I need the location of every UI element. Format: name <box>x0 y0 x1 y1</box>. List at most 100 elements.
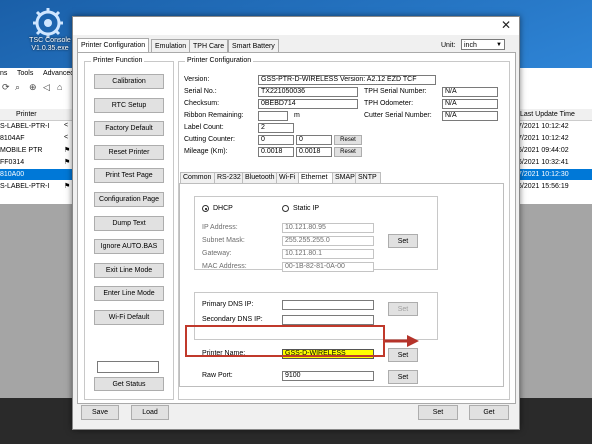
unit-select[interactable]: inch ▼ <box>461 39 505 50</box>
printer-list-row[interactable]: 810A00 <box>0 169 72 180</box>
row-status-icon: < <box>64 134 69 141</box>
cutting-counter-field-2: 0 <box>296 135 332 145</box>
tab-printer-configuration[interactable]: Printer Configuration <box>77 38 150 53</box>
row-status-icon: ⚑ <box>64 159 71 166</box>
printer-configuration-dialog: ✕ Printer Configuration Emulation TPH Ca… <box>72 16 520 430</box>
secondary-dns-field[interactable] <box>282 315 374 325</box>
dump-text-button[interactable]: Dump Text <box>94 215 164 231</box>
static-ip-radio[interactable] <box>282 205 289 212</box>
print-test-page-button[interactable]: Print Test Page <box>94 168 164 184</box>
reset-printer-button[interactable]: Reset Printer <box>94 144 164 160</box>
factory-default-button[interactable]: Factory Default <box>94 121 164 137</box>
gateway-field[interactable]: 10.121.80.1 <box>282 249 374 259</box>
last-update-cell[interactable]: 7/2021 10:12:42 <box>518 121 592 132</box>
desktop-icon-label: TSC Console V1.0.35.exe <box>29 37 71 52</box>
subnet-mask-field[interactable]: 255.255.255.0 <box>282 236 374 246</box>
cutter-serial-label: Cutter Serial Number: <box>364 112 432 119</box>
status-field <box>97 361 159 373</box>
enter-line-mode-button[interactable]: Enter Line Mode <box>94 286 164 302</box>
printer-name-cell: 8104AF <box>0 135 25 142</box>
reset-mileage-button[interactable]: Reset <box>334 147 362 157</box>
printer-list-row[interactable]: S-LABEL-PTR-I < <box>0 121 72 132</box>
get-button[interactable]: Get <box>469 405 509 420</box>
load-button[interactable]: Load <box>131 405 169 420</box>
raw-port-label: Raw Port: <box>202 372 233 379</box>
column-header-printer[interactable]: Printer <box>0 109 72 121</box>
primary-dns-field[interactable] <box>282 300 374 310</box>
menu-item[interactable]: ns <box>0 70 7 77</box>
last-update-cell[interactable]: 7/2021 10:12:30 <box>518 169 592 180</box>
serial-label: Serial No.: <box>184 88 217 95</box>
subtab-smap[interactable]: SMAP <box>332 172 357 183</box>
ribbon-field <box>258 111 288 121</box>
cutting-counter-field: 0 <box>258 135 294 145</box>
subtab-bluetooth[interactable]: Bluetooth <box>242 172 278 183</box>
last-update-cell[interactable]: 7/2021 10:12:42 <box>518 133 592 144</box>
refresh-icon[interactable]: ⟳ <box>2 82 10 93</box>
cutting-counter-label: Cutting Counter: <box>184 136 235 143</box>
reset-cutting-button[interactable]: Reset <box>334 135 362 145</box>
dialog-title-bar[interactable]: ✕ <box>73 17 519 35</box>
menu-item[interactable]: Advanced <box>43 70 74 77</box>
mac-address-label: MAC Address: <box>202 263 247 270</box>
set-printer-name-button[interactable]: Set <box>388 348 418 362</box>
column-header-last-update[interactable]: Last Update Time <box>518 109 592 121</box>
last-update-cell[interactable]: 6/2021 09:44:02 <box>518 145 592 156</box>
subnet-mask-label: Subnet Mask: <box>202 237 245 244</box>
ribbon-unit: m <box>294 112 300 119</box>
printer-list-row[interactable]: 8104AF < <box>0 133 72 144</box>
tph-odometer-field: N/A <box>442 99 498 109</box>
wi-fi-default-button[interactable]: Wi-Fi Default <box>94 310 164 325</box>
home-icon[interactable]: ⌂ <box>57 82 62 92</box>
printer-list-row[interactable]: FF0314 ⚑ <box>0 157 72 168</box>
subtab-ethernet[interactable]: Ethernet <box>298 172 334 183</box>
search-icon[interactable]: ⌕ <box>15 82 20 93</box>
printer-name-highlight-box <box>185 325 385 357</box>
rtc-setup-button[interactable]: RTC Setup <box>94 97 164 113</box>
save-button[interactable]: Save <box>81 405 119 420</box>
tab-tph-care[interactable]: TPH Care <box>189 39 229 53</box>
ignore-auto-bas-button[interactable]: Ignore AUTO.BAS <box>94 239 164 255</box>
primary-dns-label: Primary DNS IP: <box>202 301 254 308</box>
dhcp-radio[interactable] <box>202 205 209 212</box>
version-label: Version: <box>184 76 210 83</box>
last-update-cell[interactable]: 6/2021 10:32:41 <box>518 157 592 168</box>
arrow-right-icon <box>385 335 419 347</box>
dhcp-label: DHCP <box>213 205 233 212</box>
raw-port-field[interactable]: 9100 <box>282 371 374 381</box>
subtab-common[interactable]: Common <box>180 172 216 183</box>
printer-list-row[interactable]: S-LABEL-PTR-I ⚑ <box>0 181 72 192</box>
set-button[interactable]: Set <box>418 405 458 420</box>
tph-serial-label: TPH Serial Number: <box>364 88 427 95</box>
unit-label: Unit: <box>441 42 456 49</box>
exit-line-mode-button[interactable]: Exit Line Mode <box>94 262 164 278</box>
subtab-wi-fi[interactable]: Wi-Fi <box>276 172 300 183</box>
cutter-serial-field: N/A <box>442 111 498 121</box>
serial-field: TX221050036 <box>258 87 358 97</box>
ip-address-field[interactable]: 10.121.80.95 <box>282 223 374 233</box>
tph-serial-field: N/A <box>442 87 498 97</box>
printer-list-row[interactable]: MOBILE PTR ⚑ <box>0 145 72 156</box>
set-ip-button[interactable]: Set <box>388 234 418 248</box>
gateway-label: Gateway: <box>202 250 232 257</box>
mileage-field: 0.0018 <box>258 147 294 157</box>
calibration-button[interactable]: Calibration <box>94 74 164 89</box>
configuration-page-button[interactable]: Configuration Page <box>94 192 164 207</box>
last-update-cell[interactable]: 6/2021 15:56:19 <box>518 181 592 192</box>
close-icon[interactable]: ✕ <box>501 18 511 32</box>
printer-function-heading: Printer Function <box>91 57 145 64</box>
tab-smart-battery[interactable]: Smart Battery <box>228 39 279 53</box>
subtab-sntp[interactable]: SNTP <box>355 172 381 183</box>
row-status-icon: ⚑ <box>64 183 71 190</box>
get-status-button[interactable]: Get Status <box>94 377 164 391</box>
subtab-rs-232[interactable]: RS-232 <box>214 172 244 183</box>
set-raw-port-button[interactable]: Set <box>388 370 418 384</box>
crosshair-icon[interactable]: ⊕ <box>29 82 37 93</box>
menu-item[interactable]: Tools <box>17 70 33 77</box>
back-icon[interactable]: ◁ <box>43 82 50 93</box>
ribbon-label: Ribbon Remaining: <box>184 112 244 119</box>
printer-name-cell: S-LABEL-PTR-I <box>0 123 50 130</box>
set-dns-button[interactable]: Set <box>388 302 418 316</box>
label-count-label: Label Count: <box>184 124 224 131</box>
tab-emulation[interactable]: Emulation <box>151 39 191 53</box>
